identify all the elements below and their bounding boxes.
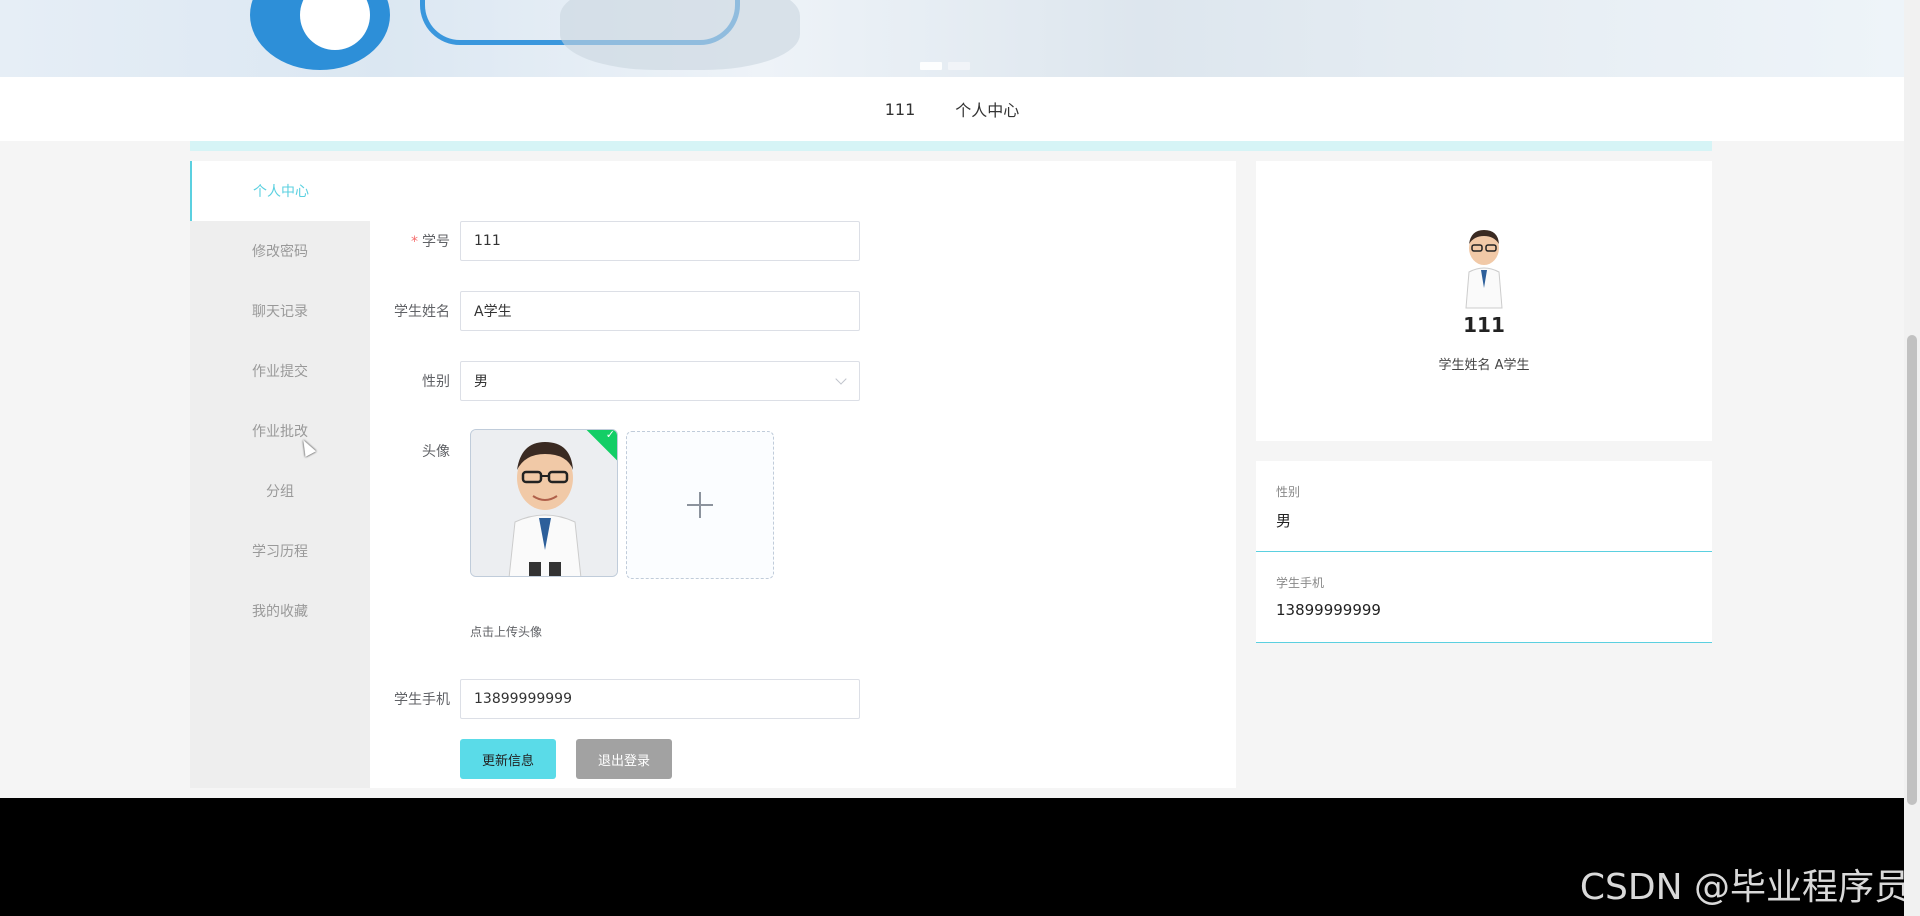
student-no-input[interactable]: 111 xyxy=(460,221,860,261)
sidebar-item-favorites[interactable]: 我的收藏 xyxy=(190,581,370,641)
gender-row: 性别 男 xyxy=(370,361,860,401)
info-value-phone: 13899999999 xyxy=(1276,601,1381,619)
info-value-gender: 男 xyxy=(1276,512,1292,530)
sidebar-item-change-password[interactable]: 修改密码 xyxy=(190,221,370,281)
carousel-dot-1[interactable] xyxy=(920,62,942,70)
student-name-input[interactable]: A学生 xyxy=(460,291,860,331)
student-name-label: 学生姓名 xyxy=(394,304,450,320)
sidebar-item-chat-history[interactable]: 聊天记录 xyxy=(190,281,370,341)
check-icon: ✓ xyxy=(605,429,615,442)
info-label-gender: 性别 xyxy=(1276,485,1301,499)
avatar-label: 头像 xyxy=(422,444,450,460)
required-mark: * xyxy=(411,234,418,250)
avatar-preview[interactable]: ✓ xyxy=(470,429,618,577)
page-scrollbar[interactable] xyxy=(1904,0,1920,916)
avatar-image xyxy=(471,430,617,576)
phone-row: 学生手机 13899999999 xyxy=(370,679,860,719)
sidebar: 个人中心 修改密码 聊天记录 作业提交 作业批改 分组 学习历程 我的收藏 xyxy=(190,161,370,788)
profile-card: 111 学生姓名 A学生 xyxy=(1256,161,1712,441)
phone-input[interactable]: 13899999999 xyxy=(460,679,860,719)
student-no-label-text: 学号 xyxy=(422,234,450,250)
info-card: 性别 男 学生手机 13899999999 xyxy=(1256,461,1712,643)
info-row-phone: 学生手机 13899999999 xyxy=(1256,552,1712,643)
profile-form: * 学号 111 学生姓名 A学生 性别 男 头像 ✓ 点击上传头像 学生手机 … xyxy=(370,161,1236,788)
sidebar-item-homework-review[interactable]: 作业批改 xyxy=(190,401,370,461)
plus-icon xyxy=(687,492,713,518)
gender-select[interactable]: 男 xyxy=(460,361,860,401)
avatar-row: 头像 xyxy=(370,441,460,461)
student-name-row: 学生姓名 A学生 xyxy=(370,291,860,331)
update-info-button[interactable]: 更新信息 xyxy=(460,739,556,779)
info-label-phone: 学生手机 xyxy=(1276,576,1325,590)
logout-button[interactable]: 退出登录 xyxy=(576,739,672,779)
avatar-upload-button[interactable] xyxy=(626,431,774,579)
chevron-down-icon xyxy=(835,373,847,385)
nav-item-personal-center[interactable]: 个人中心 xyxy=(955,97,1019,121)
nav-item-username[interactable]: 111 xyxy=(885,100,916,119)
gender-label: 性别 xyxy=(422,374,450,390)
accent-divider xyxy=(190,141,1712,151)
phone-label: 学生手机 xyxy=(394,692,450,708)
csdn-watermark: CSDN @毕业程序员 xyxy=(1579,867,1910,908)
carousel-indicators[interactable] xyxy=(920,62,970,70)
profile-avatar xyxy=(1465,230,1503,309)
sidebar-item-learning-history[interactable]: 学习历程 xyxy=(190,521,370,581)
avatar-upload-hint: 点击上传头像 xyxy=(470,625,543,639)
gender-select-value: 男 xyxy=(474,374,488,390)
sidebar-item-homework-submit[interactable]: 作业提交 xyxy=(190,341,370,401)
info-row-gender: 性别 男 xyxy=(1256,461,1712,552)
student-no-label: * 学号 xyxy=(370,231,460,251)
profile-username: 111 xyxy=(1463,313,1505,337)
sidebar-item-group[interactable]: 分组 xyxy=(190,461,370,521)
carousel-dot-2[interactable] xyxy=(948,62,970,70)
header-banner xyxy=(0,0,1904,77)
sidebar-item-personal-center[interactable]: 个人中心 xyxy=(190,161,370,221)
banner-background-photo xyxy=(560,0,800,70)
profile-name-line: 学生姓名 A学生 xyxy=(1438,358,1530,373)
student-no-row: * 学号 111 xyxy=(370,221,860,261)
top-nav: 111 个人中心 xyxy=(0,77,1904,141)
scrollbar-thumb[interactable] xyxy=(1907,335,1917,805)
